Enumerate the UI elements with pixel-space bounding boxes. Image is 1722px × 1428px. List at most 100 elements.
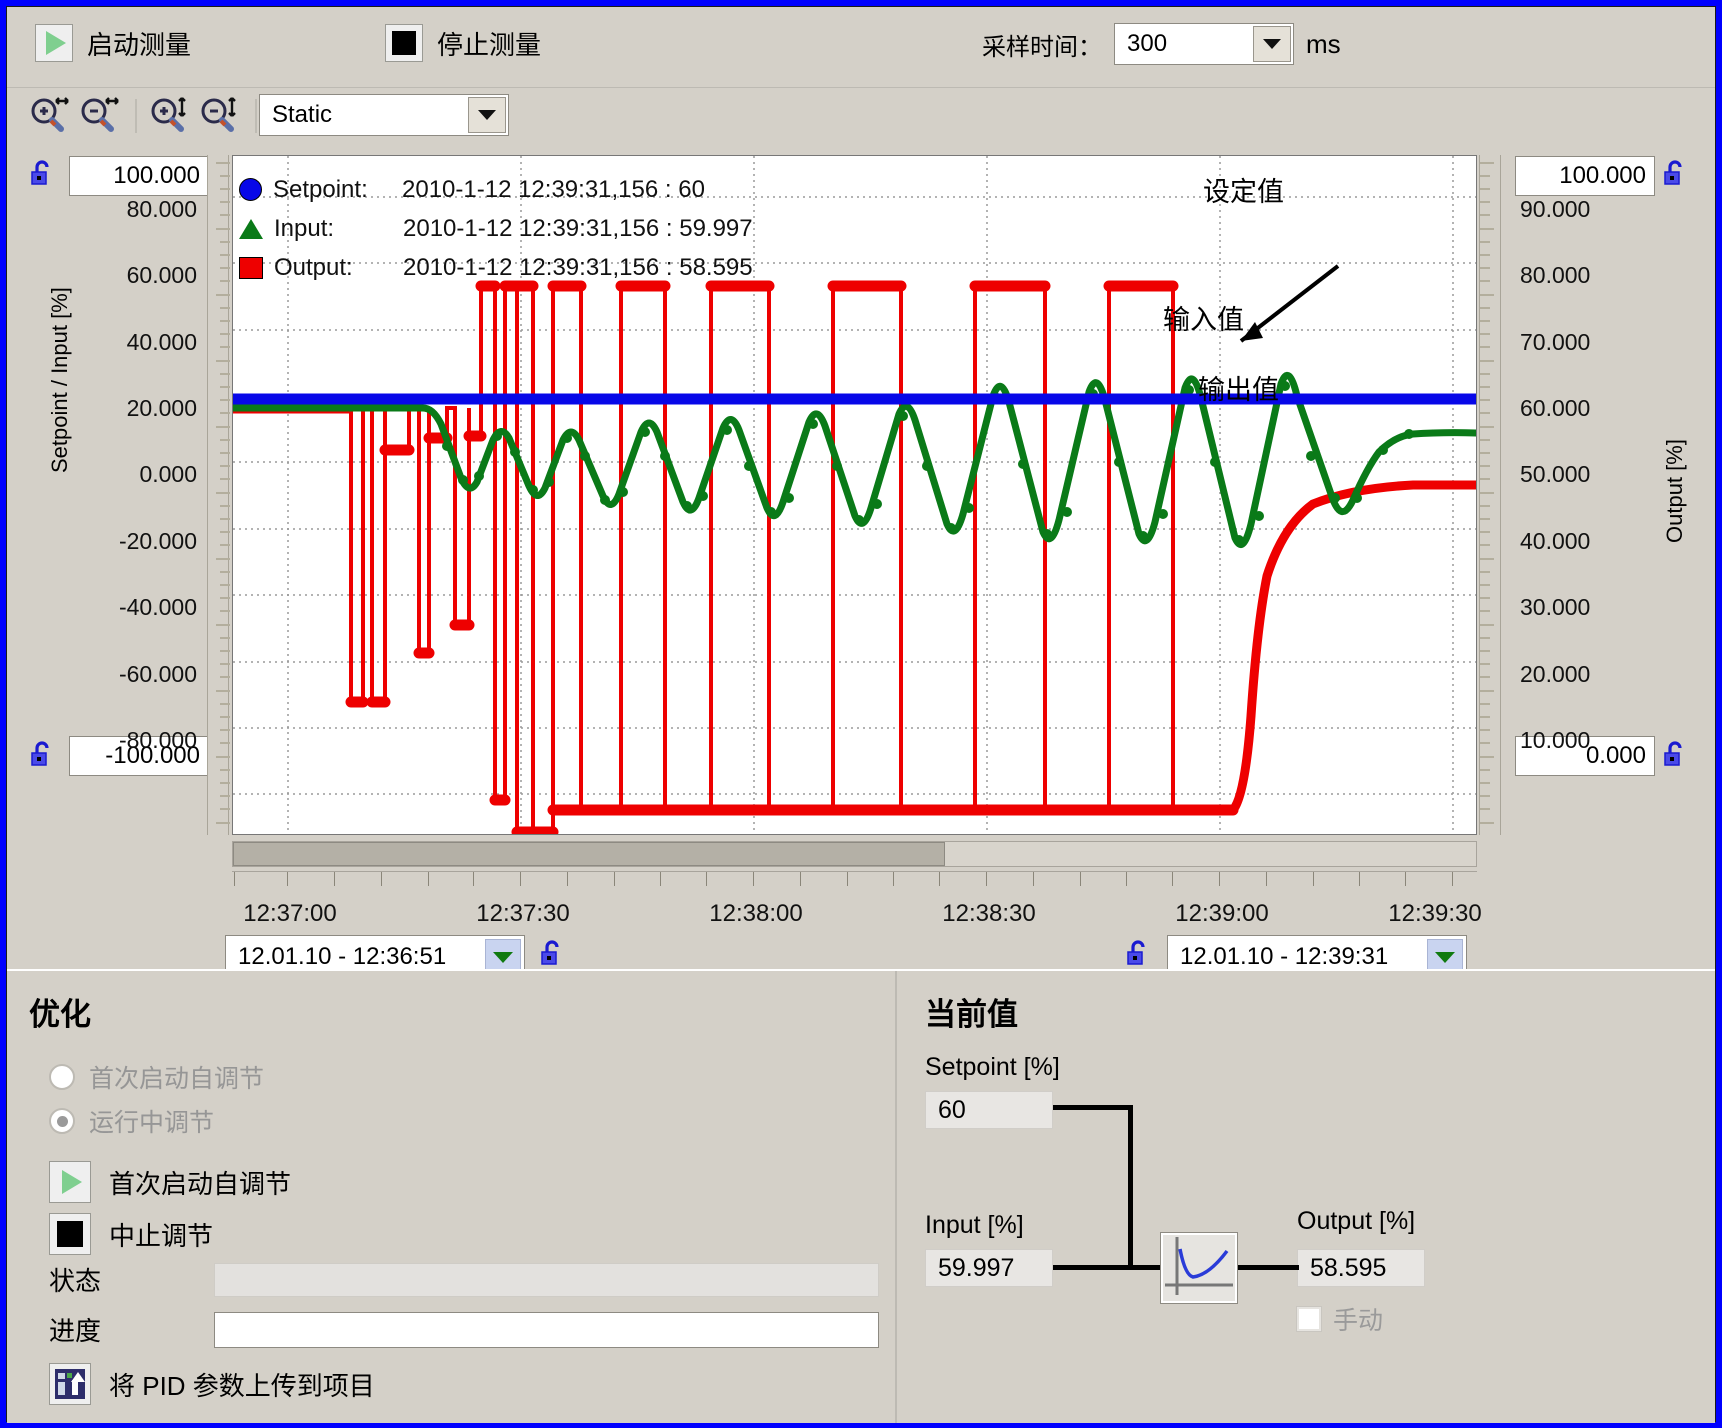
radio-icon: [49, 1064, 75, 1090]
time-tick: 12:37:30: [476, 900, 570, 927]
radio-first-start-tuning[interactable]: 首次启动自调节: [49, 1059, 264, 1095]
time-axis: 12:37:00 12:37:30 12:38:00 12:38:30 12:3…: [232, 871, 1482, 933]
zoom-out-vertical-icon[interactable]: [199, 95, 243, 137]
legend-label-setpoint: Setpoint:: [273, 176, 368, 203]
unlocked-padlock-icon[interactable]: [1125, 939, 1153, 969]
y2-axis-max-input[interactable]: 100.000: [1515, 156, 1655, 196]
progress-field: [214, 1311, 879, 1348]
y2-tick: 10.000: [1520, 727, 1591, 753]
time-tick: 12:39:30: [1388, 900, 1482, 927]
zoom-icon-group: [29, 95, 263, 137]
unlocked-padlock-icon[interactable]: [539, 939, 567, 969]
y2-tick: 70.000: [1520, 329, 1591, 355]
current-values-title: 当前值: [925, 997, 1018, 1032]
setpoint-label: Setpoint [%]: [925, 1053, 1060, 1081]
bottom-panels: 优化 首次启动自调节 运行中调节 首次启动自调节 中止调节 状态 进度 将 PI…: [7, 969, 1715, 1423]
annotation-setpoint: 设定值: [1203, 177, 1284, 207]
y2-tick: 50.000: [1520, 461, 1591, 487]
y-tick: 60.000: [126, 262, 197, 288]
play-icon: [49, 1161, 91, 1203]
unlocked-padlock-icon[interactable]: [29, 159, 57, 189]
end-time-value: 12.01.10 - 12:39:31: [1180, 943, 1389, 970]
upload-pid-icon: [49, 1363, 91, 1405]
legend-item-input: Input: 2010-1-12 12:39:31,156 : 59.997: [239, 209, 753, 248]
radio-running-tuning[interactable]: 运行中调节: [49, 1103, 214, 1139]
chart-mode-combo[interactable]: Static: [259, 94, 509, 136]
toolbar-divider: [135, 99, 137, 133]
chevron-down-icon[interactable]: [1253, 26, 1291, 62]
legend-item-output: Output: 2010-1-12 12:39:31,156 : 58.595: [239, 248, 753, 287]
annotation-input: 输入值: [1163, 305, 1244, 335]
stop-measurement-button[interactable]: 停止测量: [385, 24, 541, 62]
manual-mode-label: 手动: [1333, 1307, 1384, 1335]
wire-setpoint-h: [1053, 1105, 1133, 1110]
chart-horizontal-scrollbar[interactable]: [232, 841, 1477, 867]
left-ruler[interactable]: [207, 155, 230, 835]
stop-measurement-label: 停止测量: [437, 29, 542, 60]
zoom-out-horizontal-icon[interactable]: [79, 95, 123, 137]
wire-input: [1053, 1265, 1163, 1270]
sampling-time-label: 采样时间：: [982, 33, 1102, 61]
pid-response-curve-icon: [1160, 1232, 1238, 1304]
legend-label-input: Input:: [274, 215, 335, 242]
first-start-tuning-label: 首次启动自调节: [109, 1168, 292, 1199]
legend-value-output: 2010-1-12 12:39:31,156 : 58.595: [403, 254, 753, 281]
input-label: Input [%]: [925, 1211, 1024, 1239]
output-marker-icon: [239, 256, 263, 279]
y-tick: -60.000: [118, 661, 197, 687]
input-value: 59.997: [925, 1249, 1053, 1287]
output-label: Output [%]: [1297, 1207, 1416, 1235]
toolbar-divider-2: [255, 99, 257, 133]
y2-tick: 30.000: [1520, 594, 1591, 620]
chevron-down-icon[interactable]: [468, 97, 506, 133]
abort-tuning-button[interactable]: 中止调节: [49, 1213, 213, 1255]
stop-icon: [385, 24, 423, 62]
optimization-panel: 优化 首次启动自调节 运行中调节 首次启动自调节 中止调节 状态 进度 将 PI…: [7, 971, 883, 1423]
chart-toolbar: Static: [7, 87, 1715, 143]
radio-first-start-label: 首次启动自调节: [89, 1065, 265, 1093]
status-label: 状态: [49, 1266, 102, 1296]
time-tick: 12:38:00: [709, 900, 803, 927]
checkbox-icon: [1296, 1306, 1322, 1332]
input-marker-icon: [239, 218, 263, 239]
measurement-toolbar: 启动测量 停止测量 采样时间： 300 ms: [7, 7, 1715, 87]
y2-tick: 80.000: [1520, 262, 1591, 288]
radio-running-label: 运行中调节: [89, 1109, 215, 1137]
zoom-in-vertical-icon[interactable]: [149, 95, 193, 137]
time-tick: 12:37:00: [243, 900, 337, 927]
manual-mode-checkbox[interactable]: 手动: [1296, 1301, 1384, 1337]
zoom-in-horizontal-icon[interactable]: [29, 95, 73, 137]
setpoint-marker-icon: [239, 178, 262, 201]
sampling-time-unit: ms: [1306, 28, 1341, 59]
y-tick: 80.000: [126, 196, 197, 222]
scrollbar-thumb[interactable]: [233, 842, 945, 866]
upload-pid-button[interactable]: 将 PID 参数上传到项目: [49, 1363, 375, 1405]
sampling-time-value: 300: [1127, 30, 1168, 57]
progress-row: 进度: [49, 1311, 879, 1348]
current-values-panel: 当前值 Setpoint [%] 60 Input [%] 59.997 Out…: [895, 971, 1717, 1423]
chart-plot-area[interactable]: Setpoint: 2010-1-12 12:39:31,156 : 60 In…: [232, 155, 1477, 835]
chart-mode-value: Static: [272, 101, 333, 128]
start-measurement-label: 启动测量: [87, 29, 192, 60]
upload-pid-label: 将 PID 参数上传到项目: [109, 1370, 375, 1401]
y-axis-max-input[interactable]: 100.000: [69, 156, 209, 196]
setpoint-value: 60: [925, 1091, 1053, 1129]
unlocked-padlock-icon[interactable]: [1662, 159, 1690, 189]
status-row: 状态: [49, 1261, 879, 1298]
y2-tick: 90.000: [1520, 196, 1591, 222]
first-start-tuning-button[interactable]: 首次启动自调节: [49, 1161, 291, 1203]
y-tick: -40.000: [118, 594, 197, 620]
legend-value-setpoint: 2010-1-12 12:39:31,156 : 60: [402, 176, 705, 203]
right-ruler[interactable]: [1479, 155, 1501, 835]
y-tick: 0.000: [139, 461, 197, 487]
radio-icon-selected: [49, 1108, 75, 1134]
sampling-time-combo[interactable]: 300: [1114, 23, 1294, 65]
start-measurement-button[interactable]: 启动测量: [35, 24, 191, 62]
start-time-value: 12.01.10 - 12:36:51: [238, 943, 447, 970]
time-tick: 12:39:00: [1175, 900, 1269, 927]
play-icon: [35, 24, 73, 62]
chart-legend: Setpoint: 2010-1-12 12:39:31,156 : 60 In…: [239, 170, 753, 287]
output-value: 58.595: [1297, 1249, 1425, 1287]
progress-label: 进度: [49, 1316, 102, 1346]
y-tick: -80.000: [118, 727, 197, 753]
